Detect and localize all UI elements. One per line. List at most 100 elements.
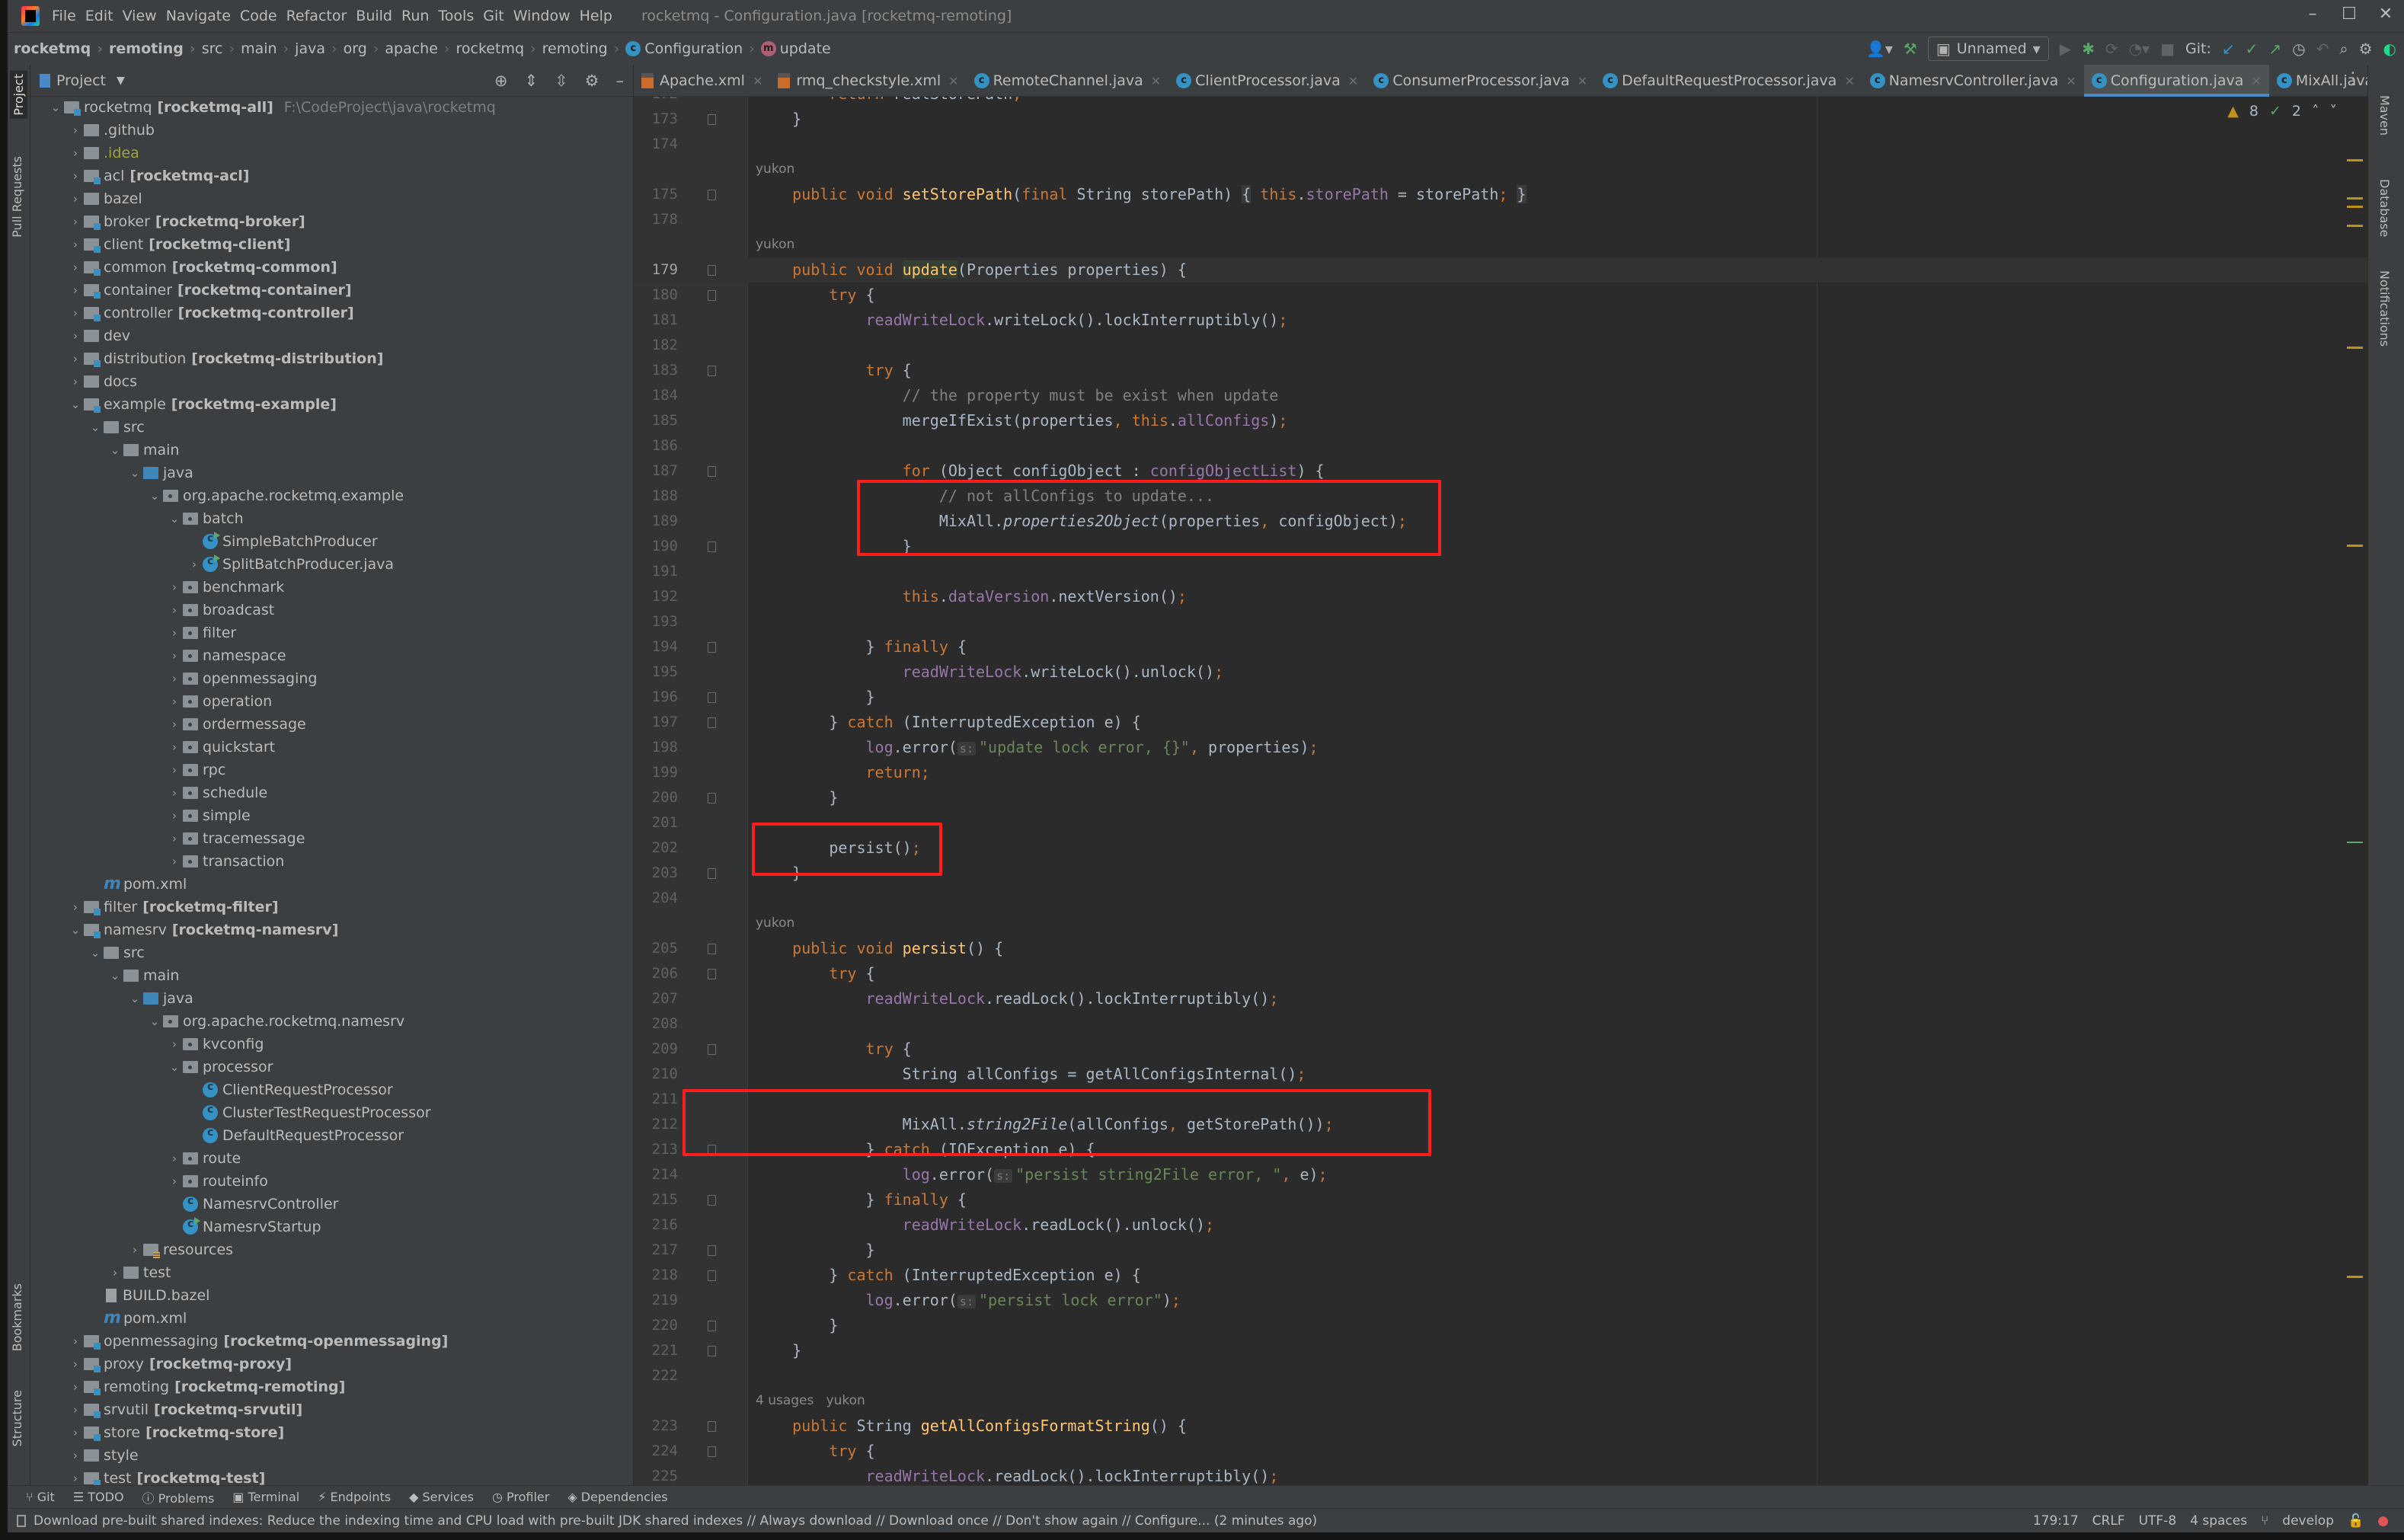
warning-stripe-mark[interactable]	[2347, 225, 2363, 227]
fold-marker-icon[interactable]	[708, 1321, 716, 1331]
warning-stripe-mark[interactable]	[2347, 206, 2363, 208]
close-tab-icon[interactable]: ✕	[1578, 74, 1587, 88]
stripe-database[interactable]: Database	[2377, 179, 2392, 237]
tree-item[interactable]: › test [rocketmq-test]	[30, 1467, 633, 1485]
chevron-right-icon[interactable]: ›	[166, 626, 183, 640]
fold-marker-icon[interactable]	[708, 868, 716, 879]
tree-item[interactable]: › tracemessage	[30, 827, 633, 850]
code-line[interactable]: 216 readWriteLock.readLock().unlock();	[634, 1213, 2367, 1238]
project-panel-title[interactable]: Project	[56, 72, 106, 89]
menu-run[interactable]: Run	[401, 8, 429, 24]
code-line[interactable]: 219 log.error(s: "persist lock error");	[634, 1288, 2367, 1313]
menu-window[interactable]: Window	[513, 8, 571, 24]
fold-marker-icon[interactable]	[708, 717, 716, 728]
author-hint[interactable]: yukon	[756, 157, 794, 182]
collapse-all-icon[interactable]: ⇳	[555, 72, 568, 90]
author-hint[interactable]: 4 usages yukon	[756, 1388, 865, 1414]
code-line[interactable]: 222	[634, 1363, 2367, 1388]
chevron-right-icon[interactable]: ›	[67, 1334, 84, 1348]
tree-item[interactable]: ⌄ processor	[30, 1056, 633, 1078]
tree-item[interactable]: ClientRequestProcessor	[30, 1078, 633, 1101]
tree-item[interactable]: ⌄ src	[30, 941, 633, 964]
chevron-down-icon[interactable]: ⌄	[87, 946, 104, 960]
chevron-right-icon[interactable]: ›	[67, 329, 84, 343]
tree-item[interactable]: › ordermessage	[30, 713, 633, 736]
stripe-structure[interactable]: Structure	[10, 1390, 24, 1446]
tree-item[interactable]: › controller [rocketmq-controller]	[30, 302, 633, 324]
code-line[interactable]: 181 readWriteLock.writeLock().lockInterr…	[634, 308, 2367, 333]
fold-marker-icon[interactable]	[708, 1346, 716, 1356]
git-push-icon[interactable]: ↗	[2268, 40, 2281, 58]
menu-file[interactable]: File	[52, 8, 76, 24]
code-line[interactable]: 197 } catch (InterruptedException e) {	[634, 710, 2367, 735]
chevron-right-icon[interactable]: ›	[67, 146, 84, 160]
tree-item[interactable]: ⌄ java	[30, 462, 633, 484]
menu-tools[interactable]: Tools	[438, 8, 474, 24]
code-line[interactable]: 173 }	[634, 107, 2367, 132]
indent-setting[interactable]: 4 spaces	[2190, 1513, 2247, 1529]
code-line[interactable]: 179 public void update(Properties proper…	[634, 257, 2367, 283]
git-branch[interactable]: develop	[2282, 1513, 2334, 1529]
fold-marker-icon[interactable]	[708, 290, 716, 301]
gear-icon[interactable]: ⚙	[585, 72, 599, 90]
chevron-right-icon[interactable]: ›	[67, 1449, 84, 1462]
minimize-button[interactable]: –	[2297, 5, 2328, 27]
stripe-maven[interactable]: Maven	[2377, 95, 2392, 136]
tool-window-terminal[interactable]: ▣ Terminal	[232, 1490, 299, 1504]
close-tab-icon[interactable]: ✕	[1844, 74, 1854, 88]
tree-item[interactable]: › .github	[30, 119, 633, 142]
stripe-pull-requests[interactable]: Pull Requests	[10, 156, 24, 238]
code-line[interactable]: 204	[634, 886, 2367, 911]
fold-marker-icon[interactable]	[708, 692, 716, 703]
tab-defaultrequestprocessor-java[interactable]: c DefaultRequestProcessor.java ✕	[1595, 65, 1862, 97]
tool-window-profiler[interactable]: ◷ Profiler	[492, 1490, 549, 1504]
chevron-down-icon[interactable]: ⌄	[146, 489, 163, 503]
breadcrumb-item[interactable]: c Configuration ›	[625, 40, 760, 57]
code-line[interactable]: 184 // the property must be exist when u…	[634, 383, 2367, 408]
breadcrumb-item[interactable]: rocketmq ›	[14, 40, 109, 57]
close-tab-icon[interactable]: ✕	[1151, 74, 1161, 88]
maximize-button[interactable]: ☐	[2334, 5, 2364, 27]
code-line[interactable]: 224 try {	[634, 1439, 2367, 1464]
fold-marker-icon[interactable]	[708, 793, 716, 804]
menu-view[interactable]: View	[123, 8, 157, 24]
debug-icon[interactable]: ✱	[2082, 40, 2095, 58]
stop-icon[interactable]: ■	[2160, 40, 2175, 58]
tree-item[interactable]: › simple	[30, 804, 633, 827]
fold-marker-icon[interactable]	[708, 1044, 716, 1055]
stripe-notifications[interactable]: Notifications	[2377, 270, 2392, 347]
code-line[interactable]: 209 try {	[634, 1037, 2367, 1062]
tree-item[interactable]: › routeinfo	[30, 1170, 633, 1193]
chevron-down-icon[interactable]: ⌄	[47, 101, 64, 114]
menu-build[interactable]: Build	[356, 8, 392, 24]
history-icon[interactable]: ◷	[2292, 40, 2305, 58]
build-hammer-icon[interactable]: ⚒	[1904, 40, 1917, 58]
tree-item[interactable]: › docs	[30, 370, 633, 393]
code-line[interactable]: 186	[634, 433, 2367, 458]
code-line[interactable]: 214 log.error(s: "persist string2File err…	[634, 1162, 2367, 1187]
hide-icon[interactable]: –	[616, 72, 625, 90]
locate-icon[interactable]: ⊕	[494, 72, 508, 90]
breadcrumb-item[interactable]: org ›	[344, 40, 385, 57]
tool-window-problems[interactable]: ⓘ Problems	[142, 1488, 215, 1506]
chevron-right-icon[interactable]: ›	[67, 215, 84, 228]
tree-item[interactable]: › rpc	[30, 759, 633, 781]
chevron-down-icon[interactable]: ⌄	[87, 420, 104, 434]
chevron-right-icon[interactable]: ›	[67, 375, 84, 388]
tree-item[interactable]: ⌄ main	[30, 964, 633, 987]
git-update-icon[interactable]: ↙	[2222, 40, 2235, 58]
fold-marker-icon[interactable]	[708, 969, 716, 979]
tree-item[interactable]: ⌄ batch	[30, 507, 633, 530]
tree-item[interactable]: › SplitBatchProducer.java	[30, 553, 633, 576]
fold-marker-icon[interactable]	[708, 944, 716, 954]
chevron-down-icon[interactable]: ⌄	[126, 992, 143, 1005]
line-separator[interactable]: CRLF	[2092, 1513, 2125, 1529]
code-line[interactable]: 194 } finally {	[634, 634, 2367, 660]
tool-window-dependencies[interactable]: ◈ Dependencies	[567, 1490, 667, 1504]
chevron-right-icon[interactable]: ›	[67, 1403, 84, 1417]
fold-marker-icon[interactable]	[708, 542, 716, 552]
tab-configuration-java[interactable]: c Configuration.java ✕	[2083, 65, 2269, 97]
code-line[interactable]: 192 this.dataVersion.nextVersion();	[634, 584, 2367, 609]
rollback-icon[interactable]: ↶	[2316, 40, 2329, 58]
stripe-project[interactable]: Project	[10, 71, 27, 119]
